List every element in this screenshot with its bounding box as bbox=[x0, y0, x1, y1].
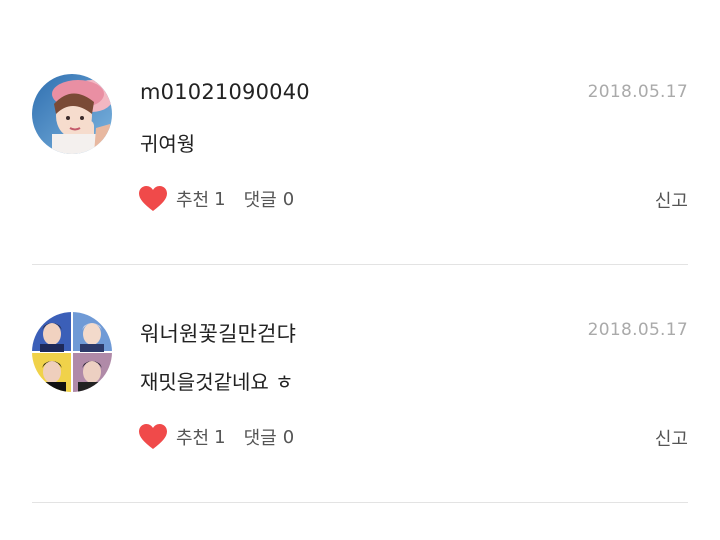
report-button[interactable]: 신고 bbox=[655, 425, 688, 451]
comment-item: m01021090040 2018.05.17 귀여웡 추천 1 댓글 0 신고 bbox=[0, 0, 720, 265]
reply-count: 0 bbox=[282, 426, 295, 448]
avatar-photo bbox=[32, 74, 112, 154]
reply-count: 0 bbox=[282, 188, 295, 210]
like-count: 1 bbox=[214, 188, 226, 210]
like-label[interactable]: 추천 bbox=[176, 186, 209, 212]
comment-date: 2018.05.17 bbox=[587, 320, 688, 340]
comment-list: m01021090040 2018.05.17 귀여웡 추천 1 댓글 0 신고 bbox=[0, 0, 720, 540]
report-button[interactable]: 신고 bbox=[655, 187, 688, 213]
heart-icon bbox=[139, 424, 167, 449]
avatar-photo bbox=[32, 312, 112, 392]
comment-text: 재밋을것같네요 ㅎ bbox=[140, 370, 294, 394]
comment-actions: 추천 1 댓글 0 bbox=[138, 184, 294, 214]
like-button[interactable] bbox=[138, 184, 168, 214]
avatar[interactable] bbox=[32, 74, 112, 154]
reply-button[interactable]: 댓글 bbox=[244, 186, 277, 212]
avatar[interactable] bbox=[32, 312, 112, 392]
comment-username[interactable]: m01021090040 bbox=[140, 80, 310, 104]
like-button[interactable] bbox=[138, 422, 168, 452]
comment-text: 귀여웡 bbox=[140, 132, 196, 156]
comment-actions: 추천 1 댓글 0 bbox=[138, 422, 294, 452]
comment-username[interactable]: 워너원꽃길만걷댜 bbox=[140, 318, 296, 348]
comment-date: 2018.05.17 bbox=[587, 82, 688, 102]
comment-item: 워너원꽃길만걷댜 2018.05.17 재밋을것같네요 ㅎ 추천 1 댓글 0 … bbox=[0, 238, 720, 503]
divider bbox=[32, 502, 688, 503]
like-count: 1 bbox=[214, 426, 226, 448]
reply-button[interactable]: 댓글 bbox=[244, 424, 277, 450]
like-label[interactable]: 추천 bbox=[176, 424, 209, 450]
heart-icon bbox=[139, 186, 167, 211]
